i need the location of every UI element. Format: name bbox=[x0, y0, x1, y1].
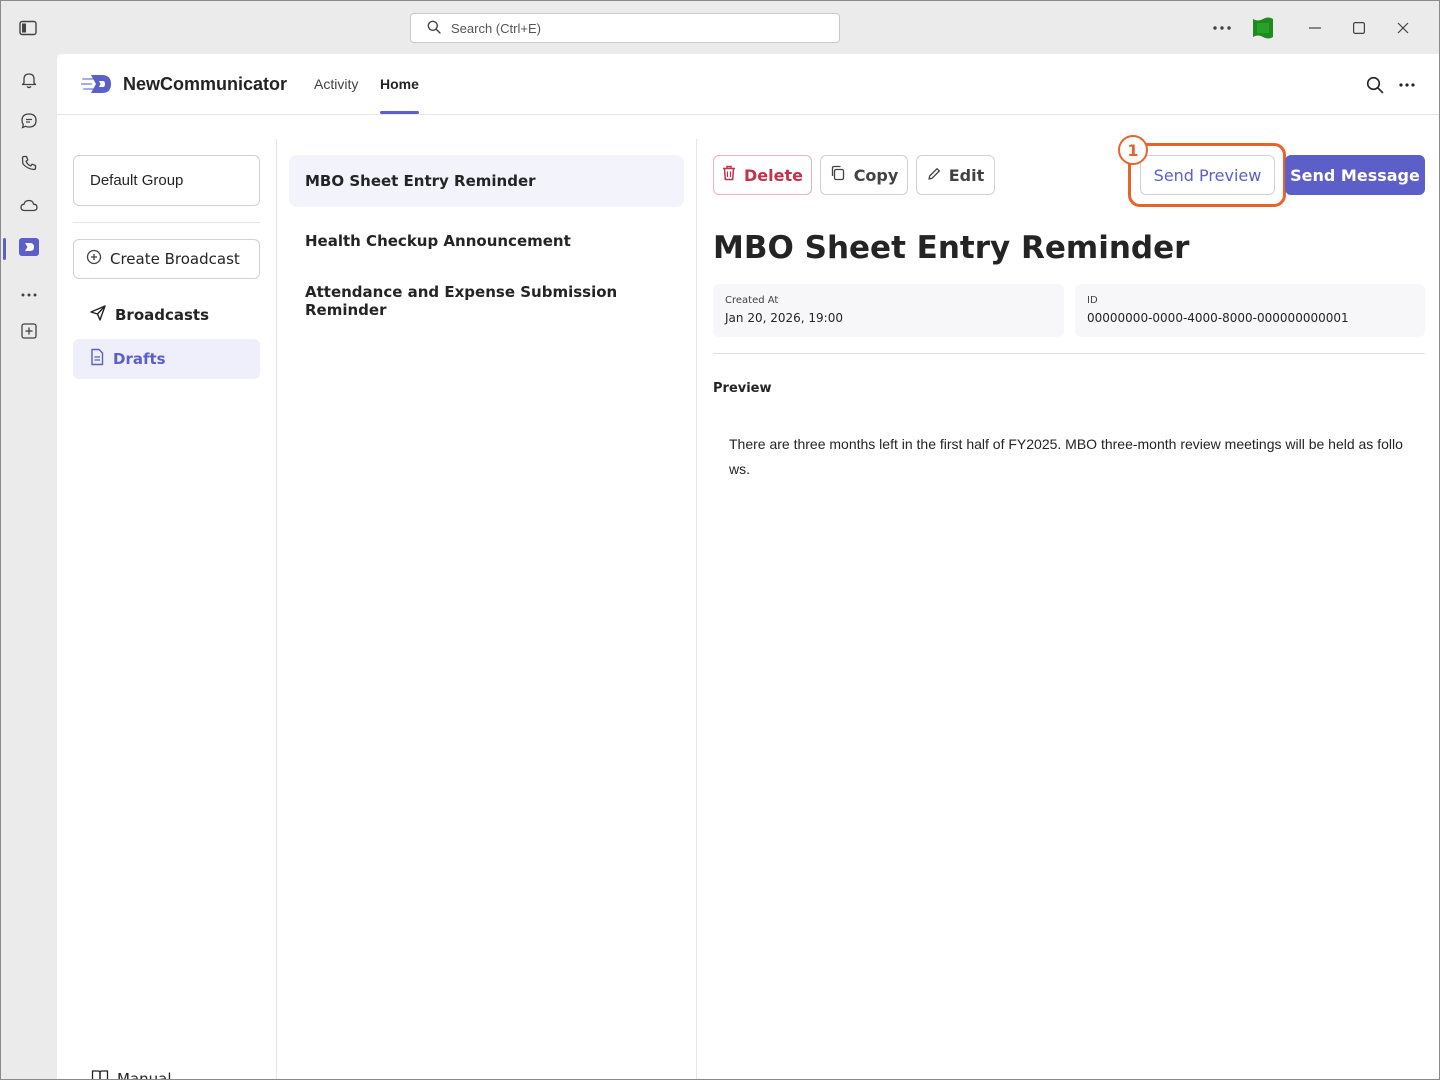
list-item-title: Attendance and Expense Submission Remind… bbox=[305, 283, 618, 319]
minimize-icon[interactable] bbox=[1305, 18, 1325, 38]
group-selector-label: Default Group bbox=[90, 172, 184, 189]
bell-icon bbox=[20, 71, 38, 93]
delete-label: Delete bbox=[744, 165, 803, 185]
column-divider-right bbox=[696, 139, 697, 1079]
app-name: NewCommunicator bbox=[123, 74, 288, 94]
edit-button[interactable]: Edit bbox=[916, 155, 995, 195]
more-options-icon[interactable] bbox=[1212, 18, 1232, 38]
tab-activity[interactable]: Activity bbox=[314, 76, 358, 92]
add-app-icon bbox=[20, 322, 38, 344]
left-panel-divider bbox=[73, 222, 260, 223]
column-divider-left bbox=[276, 139, 277, 1079]
rail-newcommunicator[interactable] bbox=[1, 231, 57, 267]
pencil-icon bbox=[927, 166, 941, 185]
sidebar-item-label: Broadcasts bbox=[115, 306, 210, 324]
app-search-icon[interactable] bbox=[1365, 75, 1385, 95]
sidebar-toggle-icon[interactable] bbox=[18, 18, 38, 38]
title-bar: Search (Ctrl+E) bbox=[1, 1, 1439, 54]
preview-body: There are three months left in the first… bbox=[729, 436, 1403, 477]
send-message-label: Send Message bbox=[1290, 165, 1420, 185]
phone-icon bbox=[20, 154, 38, 176]
preview-heading: Preview bbox=[713, 381, 772, 396]
newcommunicator-logo-icon bbox=[80, 72, 113, 100]
search-icon bbox=[427, 20, 441, 37]
create-broadcast-button[interactable]: Create Broadcast bbox=[73, 239, 260, 279]
copy-button[interactable]: Copy bbox=[820, 155, 908, 195]
sidebar-item-broadcasts[interactable]: Broadcasts bbox=[73, 295, 260, 335]
sidebar-item-drafts[interactable]: Drafts bbox=[73, 339, 260, 379]
detail-divider bbox=[713, 353, 1425, 354]
app-header: NewCommunicator Activity Home bbox=[57, 54, 1439, 115]
more-apps-icon bbox=[21, 282, 37, 301]
avatar[interactable] bbox=[1251, 16, 1275, 40]
detail-title: MBO Sheet Entry Reminder bbox=[713, 230, 1190, 266]
close-icon[interactable] bbox=[1393, 18, 1413, 38]
id-label: ID bbox=[1087, 295, 1098, 306]
rail-calls[interactable] bbox=[1, 147, 57, 183]
rail-add-app[interactable] bbox=[1, 315, 57, 351]
manual-link[interactable]: Manual bbox=[91, 1069, 172, 1080]
id-card: ID 00000000-0000-4000-8000-000000000001 bbox=[1075, 284, 1425, 337]
copy-label: Copy bbox=[853, 165, 899, 185]
manual-label: Manual bbox=[117, 1070, 172, 1080]
send-icon bbox=[89, 304, 107, 326]
rail-more-apps[interactable] bbox=[1, 273, 57, 309]
copy-icon bbox=[830, 165, 846, 185]
rail-activity[interactable] bbox=[1, 64, 57, 100]
list-item[interactable]: Health Checkup Announcement bbox=[289, 215, 684, 267]
list-item[interactable]: Attendance and Expense Submission Remind… bbox=[289, 275, 684, 327]
main-content: NewCommunicator Activity Home Default Gr… bbox=[57, 54, 1439, 1080]
created-at-card: Created At Jan 20, 2026, 19:00 bbox=[713, 284, 1064, 337]
step-badge: 1 bbox=[1118, 135, 1148, 165]
created-at-value: Jan 20, 2026, 19:00 bbox=[725, 311, 843, 325]
app-rail bbox=[1, 54, 57, 1079]
create-broadcast-label: Create Broadcast bbox=[110, 250, 240, 268]
tab-home-underline bbox=[380, 111, 419, 114]
app-window: Search (Ctrl+E) NewCommunicator Activity… bbox=[0, 0, 1440, 1080]
maximize-icon[interactable] bbox=[1349, 18, 1369, 38]
app-more-icon[interactable] bbox=[1397, 75, 1417, 95]
list-item[interactable]: MBO Sheet Entry Reminder bbox=[289, 155, 684, 207]
sidebar-item-label: Drafts bbox=[113, 350, 166, 368]
chat-icon bbox=[20, 112, 38, 134]
group-selector[interactable]: Default Group bbox=[73, 155, 260, 206]
rail-onedrive[interactable] bbox=[1, 189, 57, 225]
trash-icon bbox=[722, 165, 736, 185]
search-placeholder: Search (Ctrl+E) bbox=[451, 20, 541, 36]
search-input[interactable]: Search (Ctrl+E) bbox=[410, 13, 840, 43]
edit-label: Edit bbox=[948, 165, 985, 185]
delete-button[interactable]: Delete bbox=[713, 155, 812, 195]
send-preview-highlight bbox=[1128, 143, 1286, 207]
rail-chat[interactable] bbox=[1, 105, 57, 141]
cloud-icon bbox=[19, 197, 39, 217]
send-message-button[interactable]: Send Message bbox=[1285, 155, 1425, 195]
list-item-title: Health Checkup Announcement bbox=[305, 232, 571, 250]
document-icon bbox=[89, 348, 105, 370]
newcommunicator-app-icon bbox=[19, 238, 39, 260]
created-at-label: Created At bbox=[725, 295, 779, 306]
add-circle-icon bbox=[86, 249, 102, 269]
tab-home[interactable]: Home bbox=[380, 76, 419, 92]
book-icon bbox=[91, 1069, 109, 1079]
id-value: 00000000-0000-4000-8000-000000000001 bbox=[1087, 311, 1349, 325]
list-item-title: MBO Sheet Entry Reminder bbox=[305, 172, 536, 190]
